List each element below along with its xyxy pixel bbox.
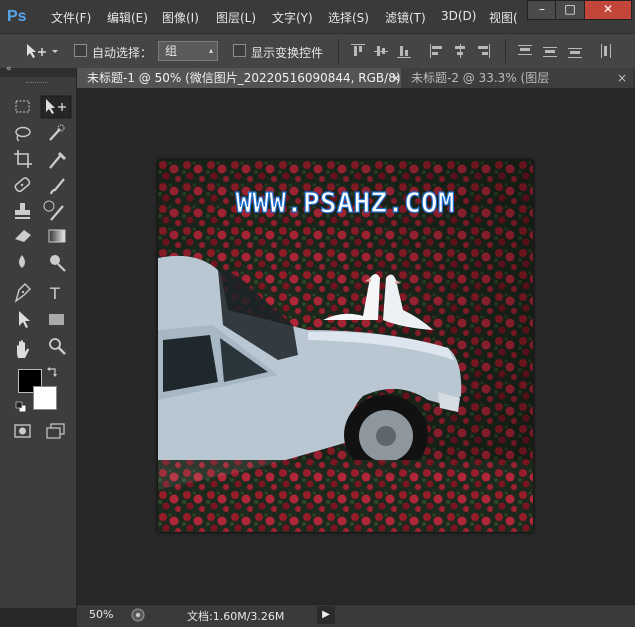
align-left-icon[interactable] xyxy=(430,44,444,58)
eraser-tool-icon xyxy=(15,230,31,242)
minimize-button[interactable]: – xyxy=(527,0,557,20)
menu-edit[interactable]: 编辑(E) xyxy=(107,9,148,26)
distribute-vcenter-icon[interactable] xyxy=(543,44,557,58)
default-colors-icon[interactable] xyxy=(15,401,27,413)
tab-close-icon[interactable]: × xyxy=(617,68,627,88)
menu-layer[interactable]: 图层(L) xyxy=(216,9,256,26)
pen-tool-icon xyxy=(14,283,31,303)
align-hcenter-icon[interactable] xyxy=(453,44,467,58)
auto-select-target-value: 组 xyxy=(165,44,178,58)
move-tool-preset-icon[interactable] xyxy=(24,43,60,59)
crop-tool-icon xyxy=(14,150,32,168)
panel-grip xyxy=(26,82,48,85)
align-bottom-icon[interactable] xyxy=(397,44,411,58)
menu-type[interactable]: 文字(Y) xyxy=(272,9,313,26)
distribute-left-icon[interactable] xyxy=(600,44,614,58)
photoshop-logo: Ps xyxy=(7,8,27,25)
tab-document-2[interactable]: 未标题-2 @ 33.3% (图层 × xyxy=(401,68,633,88)
zoom-tool-icon xyxy=(49,338,66,355)
auto-select-target-select[interactable]: 组 ▴ xyxy=(158,41,218,61)
menu-file[interactable]: 文件(F) xyxy=(51,9,91,26)
align-vcenter-icon[interactable] xyxy=(374,44,388,58)
distribute-top-icon[interactable] xyxy=(518,44,532,58)
watermark-text: WWW.PSAHZ.COM xyxy=(235,186,454,219)
menu-bar: Ps 文件(F) 编辑(E) 图像(I) 图层(L) 文字(Y) 选择(S) 滤… xyxy=(0,0,635,33)
path-selection-tool-icon xyxy=(19,311,30,328)
close-window-button[interactable]: ✕ xyxy=(584,0,632,20)
quick-selection-tool-icon xyxy=(49,124,65,141)
auto-select-label: 自动选择： xyxy=(92,46,153,60)
document-tabs: 未标题-1 @ 50% (微信图片_20220516090844, RGB/8)… xyxy=(77,68,635,88)
menu-view[interactable]: 视图( xyxy=(489,9,518,26)
rect-marquee-tool-icon xyxy=(15,100,30,113)
background-color-swatch[interactable] xyxy=(33,386,57,410)
select-arrows-icon: ▴ xyxy=(208,46,213,55)
tab-document-1[interactable]: 未标题-1 @ 50% (微信图片_20220516090844, RGB/8)… xyxy=(77,68,411,88)
status-menu-arrow-icon[interactable]: ▶ xyxy=(317,606,335,624)
maximize-button[interactable]: □ xyxy=(555,0,585,20)
type-tool-icon: T xyxy=(49,284,60,303)
hand-tool-icon xyxy=(17,340,29,358)
history-brush-tool-icon xyxy=(43,200,64,221)
healing-brush-tool-icon xyxy=(14,177,31,193)
align-right-icon[interactable] xyxy=(476,44,490,58)
panel-header: « xyxy=(0,64,76,77)
swap-colors-icon[interactable] xyxy=(47,366,59,378)
divider xyxy=(505,39,506,63)
clone-stamp-tool-icon xyxy=(15,203,30,219)
document-size-info: 文档:1.60M/3.26M xyxy=(187,610,285,623)
document-canvas[interactable]: WWW.PSAHZ.COM xyxy=(158,160,533,532)
document-image: WWW.PSAHZ.COM xyxy=(158,160,533,532)
status-bar: 50% 文档:1.60M/3.26M ▶ xyxy=(77,604,635,627)
menu-filter[interactable]: 滤镜(T) xyxy=(385,9,426,26)
menu-image[interactable]: 图像(I) xyxy=(162,9,199,26)
move-tool-active-bg xyxy=(40,95,72,119)
menu-3d[interactable]: 3D(D) xyxy=(441,9,476,23)
tab-document-1-label: 未标题-1 @ 50% (微信图片_20220516090844, RGB/8)… xyxy=(87,71,411,85)
blur-tool-icon xyxy=(19,255,25,268)
screen-mode-icon[interactable] xyxy=(46,423,66,439)
status-info-icon[interactable] xyxy=(131,608,145,622)
show-transform-checkbox[interactable] xyxy=(233,44,246,57)
tab-close-icon[interactable]: × xyxy=(391,68,401,88)
distribute-bottom-icon[interactable] xyxy=(568,44,582,58)
menu-select[interactable]: 选择(S) xyxy=(328,9,369,26)
tab-document-2-label: 未标题-2 @ 33.3% (图层 xyxy=(411,71,550,85)
collapse-panel-icon[interactable]: « xyxy=(6,64,12,74)
show-transform-label: 显示变换控件 xyxy=(251,46,324,60)
lasso-tool-icon xyxy=(15,126,31,142)
brush-tool-icon xyxy=(49,178,65,195)
dodge-tool-icon xyxy=(50,255,66,272)
divider xyxy=(338,39,339,63)
auto-select-checkbox[interactable] xyxy=(74,44,87,57)
zoom-level[interactable]: 50% xyxy=(89,608,113,621)
align-top-icon[interactable] xyxy=(351,44,365,58)
gradient-tool-icon xyxy=(48,229,66,243)
rectangle-tool-icon xyxy=(49,314,64,325)
tools-panel: « T xyxy=(0,64,77,608)
options-bar: 自动选择： 组 ▴ 显示变换控件 xyxy=(0,33,635,70)
svg-text:T: T xyxy=(49,284,60,303)
eyedropper-tool-icon xyxy=(49,151,67,169)
quick-mask-icon[interactable] xyxy=(14,423,32,439)
